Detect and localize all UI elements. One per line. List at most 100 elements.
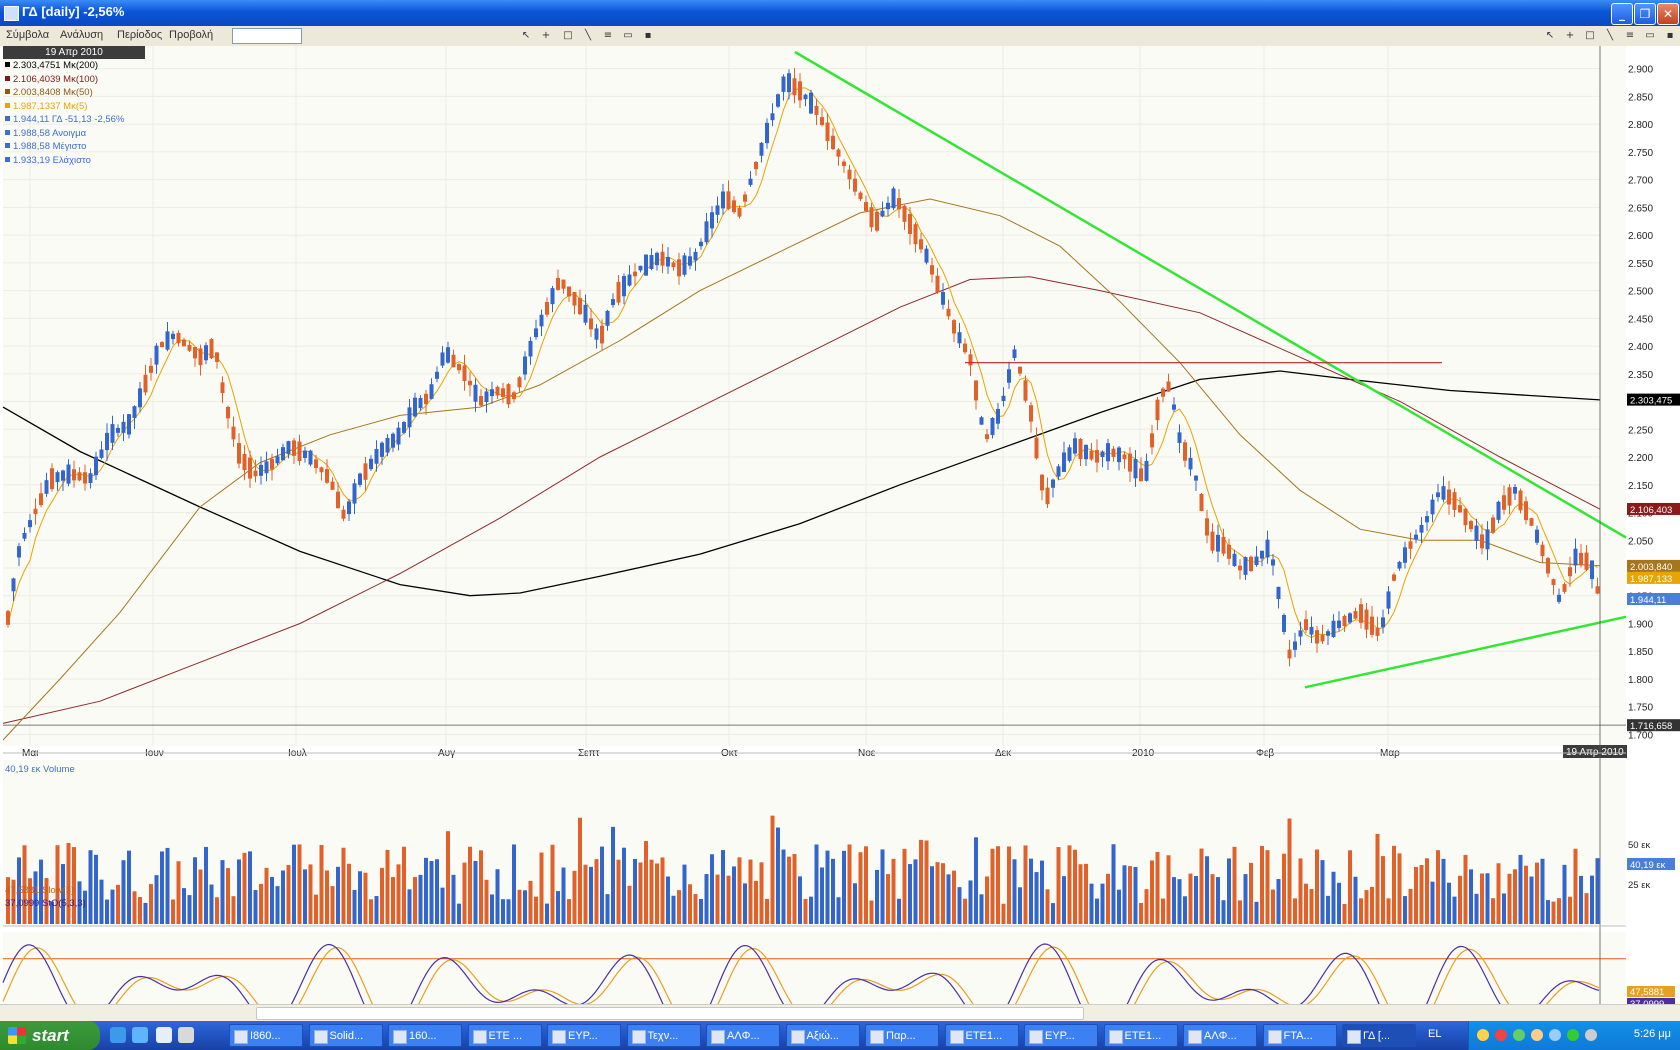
volume-bar — [616, 859, 621, 924]
candle-body — [880, 210, 885, 217]
crosshair-tool-icon-2[interactable]: + — [1564, 30, 1576, 42]
taskbar-item[interactable]: Παρ... — [865, 1024, 939, 1047]
volume-bar — [682, 864, 687, 924]
candle-body — [1100, 451, 1105, 458]
app-quicklaunch-icon[interactable] — [156, 1027, 172, 1043]
restore-button[interactable]: ❐ — [1634, 3, 1656, 25]
candle-body — [671, 262, 676, 268]
volume-bar — [919, 839, 923, 924]
candle-body — [759, 142, 764, 156]
browser-icon[interactable] — [132, 1027, 148, 1043]
start-button[interactable]: start — [0, 1021, 100, 1050]
chart-canvas[interactable]: 50 εκ25 εκ40,19 εκ 47,588137,0999 2.9002… — [0, 46, 1680, 1004]
volume-bar — [1238, 900, 1242, 924]
taskbar-item-label: ΑΛΦ... — [727, 1030, 760, 1042]
volume-bar — [479, 850, 483, 924]
taskbar-item[interactable]: Αξιώ... — [785, 1024, 860, 1047]
volume-bar — [1023, 845, 1028, 924]
taskbar-item[interactable]: ΓΔ [... — [1342, 1024, 1416, 1047]
candle-body — [1425, 516, 1429, 523]
taskbar-item[interactable]: ΑΛΦ... — [706, 1024, 780, 1047]
tray-icon-2[interactable] — [1495, 1029, 1507, 1041]
pointer-tool-icon-2[interactable]: ↖ — [1544, 30, 1556, 42]
volume-bar — [457, 903, 461, 924]
scrollbar-thumb[interactable] — [256, 1007, 1084, 1020]
candle-body — [94, 456, 98, 476]
candle-body — [495, 386, 500, 396]
horizontal-scrollbar[interactable] — [0, 1004, 1680, 1021]
rectangle-tool-icon[interactable]: □ — [562, 30, 574, 42]
candle-body — [561, 279, 566, 289]
chart-tool-icon-2[interactable]: ▭ — [1644, 30, 1656, 42]
symbol-input[interactable] — [232, 28, 302, 44]
line-tool-icon[interactable]: ╲ — [582, 30, 594, 42]
volume-bar — [341, 847, 346, 924]
chart-tool-icon[interactable]: ▭ — [622, 30, 634, 42]
stoch-label: 37,0999 StO(5,3,3) — [5, 898, 86, 909]
volume-bar — [1166, 855, 1171, 924]
volume-bar — [732, 866, 736, 924]
taskbar-item[interactable]: ΑΛΦ... — [1183, 1024, 1257, 1047]
lines-tool-icon[interactable]: ≡ — [602, 30, 614, 42]
volume-bar — [281, 870, 285, 924]
crosshair-tool-icon[interactable]: + — [540, 30, 552, 42]
taskbar-item[interactable]: ΕΤΕ1... — [944, 1024, 1019, 1047]
volume-bar — [94, 854, 98, 924]
tray-icon-6[interactable] — [1567, 1029, 1579, 1041]
volume-bar — [693, 894, 698, 924]
language-indicator[interactable]: EL — [1428, 1028, 1441, 1040]
line-tool-icon-2[interactable]: ╲ — [1604, 30, 1616, 42]
taskbar-item[interactable]: 160... — [388, 1024, 462, 1047]
rectangle-tool-icon-2[interactable]: □ — [1584, 30, 1596, 42]
menu-symbols[interactable]: Σύμβολα — [6, 29, 49, 41]
tray-icon-4[interactable] — [1531, 1029, 1543, 1041]
ie-icon[interactable] — [110, 1027, 126, 1043]
candle-body — [347, 501, 351, 515]
save-icon-2[interactable]: ▪ — [1664, 30, 1676, 42]
desktop-icon[interactable] — [178, 1027, 194, 1043]
volume-bar — [968, 880, 973, 924]
taskbar-item[interactable]: I860... — [229, 1024, 303, 1047]
taskbar-item[interactable]: FTA... — [1262, 1024, 1337, 1047]
volume-bar — [1265, 850, 1270, 924]
legend-item: 2.003,8408 Μκ(50) — [5, 87, 93, 98]
taskbar-item[interactable]: ΕΥΡ... — [1024, 1024, 1098, 1047]
menu-analysis[interactable]: Ανάλυση — [60, 29, 103, 41]
volume-bar — [1029, 858, 1033, 924]
tray-icon-1[interactable] — [1477, 1029, 1489, 1041]
candle-body — [1529, 518, 1534, 526]
tray-icon-5[interactable] — [1549, 1029, 1561, 1041]
legend-date: 19 Απρ 2010 — [3, 46, 145, 59]
taskbar-item[interactable]: Solid... — [308, 1024, 383, 1047]
tray-icon-3[interactable] — [1513, 1029, 1525, 1041]
candle-body — [534, 328, 538, 338]
tray-icon-7[interactable] — [1585, 1029, 1597, 1041]
volume-bar — [226, 868, 230, 924]
lines-tool-icon-2[interactable]: ≡ — [1624, 30, 1636, 42]
volume-bar — [1243, 874, 1248, 924]
volume-bar — [1359, 898, 1363, 924]
candle-body — [501, 388, 505, 398]
volume-bar — [1507, 873, 1512, 924]
taskbar-item[interactable]: ΕΥΡ... — [547, 1024, 621, 1047]
volume-bar — [1414, 866, 1418, 924]
volume-bar — [1067, 845, 1072, 924]
taskbar-item[interactable]: ETE ... — [467, 1024, 542, 1047]
volume-bar — [957, 887, 962, 924]
menu-period[interactable]: Περίοδος — [117, 29, 162, 41]
menu-view[interactable]: Προβολή — [169, 29, 213, 41]
close-button[interactable]: ✕ — [1657, 3, 1679, 25]
candle-body — [281, 447, 285, 461]
taskbar-item[interactable]: Τεχν... — [626, 1024, 701, 1047]
volume-bar — [1062, 876, 1066, 924]
taskbar-item[interactable]: ΕΤΕ1... — [1103, 1024, 1178, 1047]
minimize-button[interactable]: _ — [1611, 3, 1633, 25]
volume-bar — [396, 864, 401, 924]
legend-swatch — [5, 116, 10, 121]
volume-bar — [891, 858, 896, 924]
candle-body — [44, 480, 49, 494]
save-icon[interactable]: ▪ — [642, 30, 654, 42]
pointer-tool-icon[interactable]: ↖ — [520, 30, 532, 42]
volume-bar — [886, 874, 890, 924]
volume-bar — [270, 876, 274, 924]
